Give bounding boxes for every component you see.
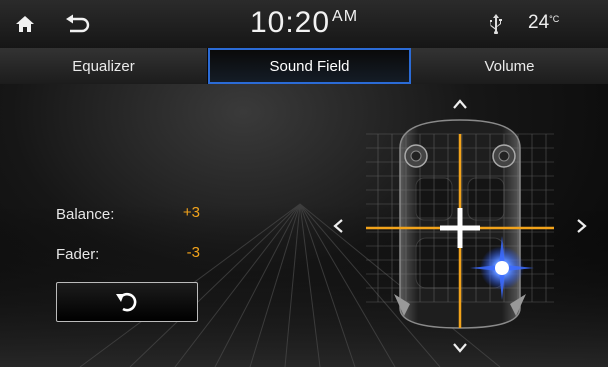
clock-ampm: AM [332, 8, 359, 25]
clock: 10:20 AM [0, 6, 608, 40]
reset-icon [116, 292, 137, 312]
fader-value: -3 [186, 244, 200, 261]
chevron-up-icon[interactable] [452, 98, 468, 110]
sound-field-grid[interactable] [364, 118, 556, 330]
tab-bar: Equalizer Sound Field Volume [0, 48, 608, 84]
chevron-right-icon[interactable] [576, 218, 588, 234]
chevron-down-icon[interactable] [452, 342, 468, 354]
temperature-value: 24 [528, 12, 550, 33]
usb-icon [484, 0, 508, 48]
tab-volume[interactable]: Volume [411, 48, 608, 84]
reset-button[interactable] [56, 282, 198, 322]
fader-label: Fader: [56, 246, 100, 263]
balance-value: +3 [182, 204, 200, 221]
balance-label: Balance: [56, 206, 115, 223]
chevron-left-icon[interactable] [332, 218, 344, 234]
temperature-unit: °C [549, 14, 560, 24]
tab-equalizer[interactable]: Equalizer [0, 48, 208, 84]
tab-sound-field[interactable]: Sound Field [208, 48, 411, 84]
clock-time: 10:20 [249, 6, 331, 39]
status-bar: 10:20 AM 24°C [0, 0, 608, 49]
temperature-display: 24°C [528, 12, 559, 34]
sound-field-panel: Balance: +3 Fader: -3 [0, 84, 608, 367]
